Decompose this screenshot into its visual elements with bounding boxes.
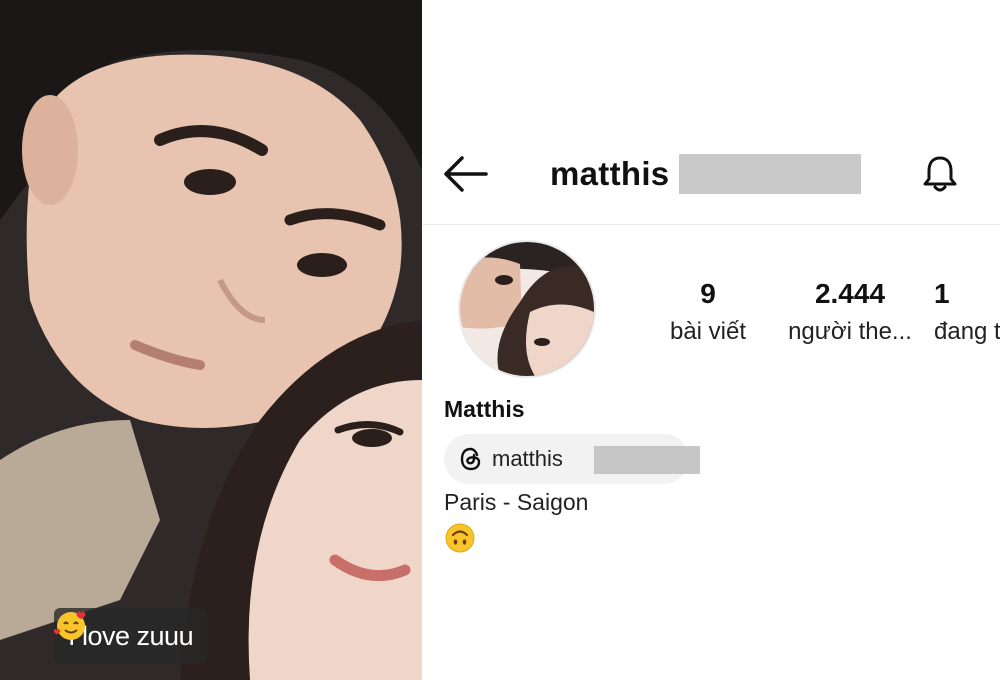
threads-link-chip[interactable]: matthis <box>444 434 700 484</box>
profile-panel: matthis 9 bài viết 2.444 người the... 1 <box>422 0 1000 680</box>
profile-header: matthis <box>422 130 1000 220</box>
profile-username: matthis <box>550 155 670 192</box>
threads-handle-redaction <box>594 446 700 474</box>
display-name: Matthis <box>444 396 525 422</box>
story-photo-panel: I love zuuu <box>0 0 422 680</box>
smiling-face-with-hearts-icon <box>54 611 86 640</box>
stat-followers[interactable]: 2.444 người the... <box>782 274 918 350</box>
notifications-button[interactable] <box>918 152 962 196</box>
following-label: đang t <box>934 318 1000 345</box>
back-button[interactable] <box>442 152 490 196</box>
username-redaction <box>679 154 861 194</box>
profile-avatar[interactable] <box>458 240 596 378</box>
followers-count: 2.444 <box>814 278 886 309</box>
posts-label: bài viết <box>669 318 747 345</box>
story-photo <box>0 0 422 680</box>
header-divider <box>422 224 1000 225</box>
threads-handle: matthis <box>492 446 563 471</box>
bio-location: Paris - Saigon <box>444 489 589 515</box>
stat-posts[interactable]: 9 bài viết <box>658 274 758 350</box>
avatar-image <box>460 242 594 376</box>
bell-icon <box>923 156 957 192</box>
story-caption: I love zuuu <box>54 608 208 664</box>
threads-icon <box>460 447 481 471</box>
upside-down-face-icon <box>445 523 475 553</box>
posts-count: 9 <box>700 278 716 309</box>
following-count: 1 <box>934 278 950 309</box>
arrow-left-icon <box>444 156 488 192</box>
followers-label: người the... <box>788 318 912 345</box>
stat-following[interactable]: 1 đang t <box>934 274 1000 350</box>
